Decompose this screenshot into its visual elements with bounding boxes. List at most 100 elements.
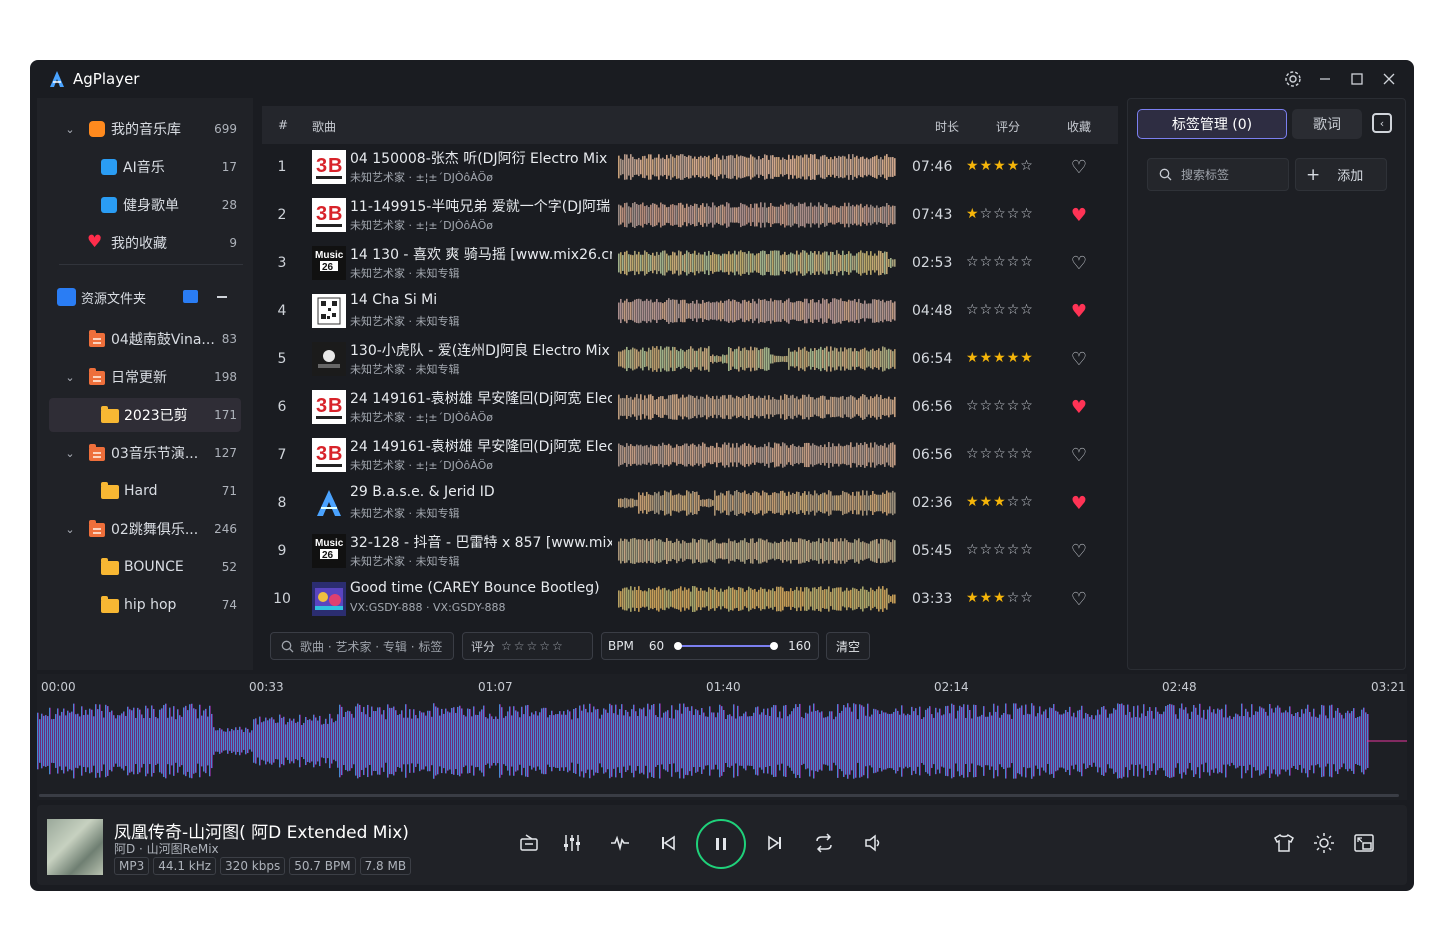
add-folder-icon[interactable]	[183, 290, 198, 303]
table-row[interactable]: 6 3 B 24 149161-袁树雄 早安隆回(Dj阿宽 Elec 未知艺术家 · ±…	[262, 384, 1118, 432]
star-icon[interactable]: ☆	[966, 302, 980, 318]
star-icon[interactable]: ☆	[1007, 542, 1021, 558]
rating-filter[interactable]: 评分 ☆☆☆☆☆	[462, 632, 593, 660]
close-button[interactable]	[1379, 69, 1399, 89]
track-waveform[interactable]	[618, 440, 896, 470]
bpm-slider-max-handle[interactable]	[770, 642, 779, 650]
collapse-panel-icon[interactable]: ‹	[1372, 113, 1392, 133]
star-icon[interactable]: ☆	[993, 398, 1007, 414]
heart-outline-icon[interactable]: ♡	[1068, 588, 1090, 610]
track-waveform[interactable]	[618, 392, 896, 422]
star-icon[interactable]: ☆	[966, 398, 980, 414]
star-icon[interactable]: ☆	[993, 254, 1007, 270]
next-track-icon[interactable]	[761, 829, 789, 857]
track-rating[interactable]: ☆☆☆☆☆	[966, 542, 1034, 558]
star-icon[interactable]: ★	[966, 206, 980, 222]
track-waveform[interactable]	[618, 152, 896, 182]
star-icon[interactable]: ☆	[1020, 590, 1034, 606]
star-icon[interactable]: ☆	[993, 206, 1007, 222]
tab-tag-management[interactable]: 标签管理 (0)	[1137, 109, 1287, 139]
table-row[interactable]: 4 14 Cha Si Mi 未知艺术家 · 未知专辑 04:48 ☆☆☆☆☆ ♥	[262, 288, 1118, 336]
rating-filter-stars[interactable]: ☆☆☆☆☆	[501, 639, 565, 653]
star-icon[interactable]: ☆	[1020, 446, 1034, 462]
star-icon[interactable]: ☆	[966, 254, 980, 270]
sidebar-item-favorites[interactable]: ♥ 我的收藏 9	[49, 226, 241, 260]
star-icon[interactable]: ☆	[1007, 206, 1021, 222]
sidebar-item-folder[interactable]: BOUNCE 52	[49, 550, 241, 584]
star-icon[interactable]: ☆	[1020, 206, 1034, 222]
sidebar-item-library[interactable]: ⌄ 我的音乐库 699	[49, 112, 241, 146]
column-header-song[interactable]: 歌曲	[312, 118, 336, 135]
volume-icon[interactable]	[859, 829, 887, 857]
column-header-number[interactable]: #	[278, 118, 288, 132]
chevron-down-icon[interactable]: ⌄	[64, 523, 76, 536]
star-icon[interactable]: ★	[993, 350, 1007, 366]
column-header-favorite[interactable]: 收藏	[1067, 118, 1091, 135]
track-rating[interactable]: ☆☆☆☆☆	[966, 254, 1034, 270]
chevron-down-icon[interactable]: ⌄	[64, 371, 76, 384]
heart-outline-icon[interactable]: ♡	[1068, 156, 1090, 178]
heart-filled-icon[interactable]: ♥	[1068, 300, 1090, 322]
star-icon[interactable]: ☆	[993, 446, 1007, 462]
song-search-input[interactable]: 歌曲 · 艺术家 · 专辑 · 标签	[270, 632, 454, 660]
sidebar-item-folder[interactable]: 04越南鼓Vina... 83	[49, 322, 241, 356]
star-icon[interactable]: ★	[993, 494, 1007, 510]
brightness-icon[interactable]	[1310, 829, 1338, 857]
track-rating[interactable]: ☆☆☆☆☆	[966, 302, 1034, 318]
star-icon[interactable]: ★	[980, 350, 994, 366]
star-icon[interactable]: ☆	[1007, 398, 1021, 414]
add-tag-button[interactable]: + 添加	[1295, 158, 1387, 191]
bpm-range-slider[interactable]	[674, 641, 779, 651]
track-waveform[interactable]	[618, 344, 896, 374]
heart-outline-icon[interactable]: ♡	[1068, 348, 1090, 370]
sidebar-item-folder[interactable]: ⌄ 日常更新 198	[49, 360, 241, 394]
track-waveform[interactable]	[618, 296, 896, 326]
heart-outline-icon[interactable]: ♡	[1068, 444, 1090, 466]
column-header-rating[interactable]: 评分	[996, 118, 1020, 135]
star-icon[interactable]: ★	[980, 158, 994, 174]
heart-filled-icon[interactable]: ♥	[1068, 492, 1090, 514]
main-waveform[interactable]: 00:00 00:33 01:07 01:40 02:14 02:48 03:21	[37, 674, 1407, 800]
minimize-button[interactable]	[1315, 69, 1335, 89]
track-rating[interactable]: ☆☆☆☆☆	[966, 446, 1034, 462]
star-icon[interactable]: ☆	[980, 206, 994, 222]
track-rating[interactable]: ★★★★☆	[966, 158, 1034, 174]
star-icon[interactable]: ★	[980, 494, 994, 510]
table-row[interactable]: 8 29 B.a.s.e. & Jerid ID 未知艺术家 · 未知专辑 02:36…	[262, 480, 1118, 528]
star-icon[interactable]: ★	[993, 158, 1007, 174]
star-icon[interactable]: ★	[1007, 158, 1021, 174]
track-rating[interactable]: ★☆☆☆☆	[966, 206, 1034, 222]
pause-button[interactable]	[696, 819, 746, 869]
equalizer-icon[interactable]	[558, 829, 586, 857]
track-rating[interactable]: ☆☆☆☆☆	[966, 398, 1034, 414]
previous-track-icon[interactable]	[654, 829, 682, 857]
star-icon[interactable]: ☆	[1020, 254, 1034, 270]
star-icon[interactable]: ☆	[1020, 494, 1034, 510]
waveform-graphic[interactable]	[37, 674, 1407, 800]
chevron-down-icon[interactable]: ⌄	[64, 123, 76, 136]
sidebar-item-folder[interactable]: ⌄ 02跳舞俱乐... 246	[49, 512, 241, 546]
star-icon[interactable]: ★	[966, 158, 980, 174]
sidebar-item-resources[interactable]: 资源文件夹	[49, 280, 241, 314]
settings-gear-icon[interactable]	[1283, 69, 1303, 89]
star-icon[interactable]: ☆	[1007, 302, 1021, 318]
star-icon[interactable]: ☆	[1020, 398, 1034, 414]
sidebar-item-fitness[interactable]: 健身歌单 28	[49, 188, 241, 222]
star-icon[interactable]: ☆	[1007, 590, 1021, 606]
star-icon[interactable]: ☆	[993, 542, 1007, 558]
star-icon[interactable]: ★	[980, 590, 994, 606]
star-icon[interactable]: ☆	[993, 302, 1007, 318]
star-icon[interactable]: ★	[1020, 350, 1034, 366]
star-icon[interactable]: ☆	[1007, 446, 1021, 462]
star-icon[interactable]: ★	[993, 590, 1007, 606]
table-row[interactable]: 10 Good time (CAREY Bounce Bootleg) VX:GSD…	[262, 576, 1118, 624]
repeat-icon[interactable]	[810, 829, 838, 857]
table-row[interactable]: 3 Music 26 14 130 - 喜欢 爽 骑马摇 [www.mix26.cn 未…	[262, 240, 1118, 288]
table-row[interactable]: 2 3 B 11-149915-半吨兄弟 爱就一个字(DJ阿瑞 未知艺术家 · ±¦±´…	[262, 192, 1118, 240]
sidebar-item-folder[interactable]: ⌄ 03音乐节演... 127	[49, 436, 241, 470]
track-waveform[interactable]	[618, 584, 896, 614]
star-icon[interactable]: ☆	[1020, 542, 1034, 558]
skin-tshirt-icon[interactable]	[1270, 829, 1298, 857]
star-icon[interactable]: ★	[966, 590, 980, 606]
mini-player-icon[interactable]	[1350, 829, 1378, 857]
